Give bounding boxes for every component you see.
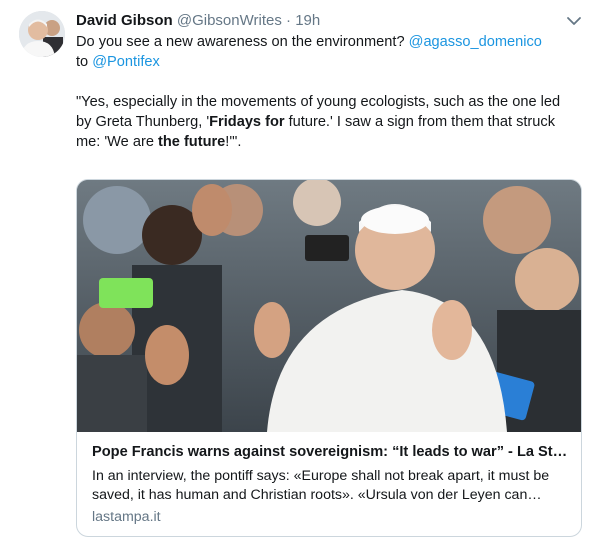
avatar-image [19, 11, 65, 57]
mention-link[interactable]: @agasso_domenico [409, 34, 542, 50]
card-description: In an interview, the pontiff says: «Euro… [92, 468, 550, 503]
tweet[interactable]: David Gibson @GibsonWrites · 19h Do you … [0, 0, 591, 541]
tweet-timestamp[interactable]: 19h [295, 12, 320, 29]
avatar[interactable] [19, 11, 65, 57]
card-title[interactable]: Pope Francis warns against sovereignism:… [92, 444, 570, 460]
author-name[interactable]: David Gibson [76, 12, 173, 29]
mention-link[interactable]: @Pontifex [92, 54, 160, 70]
quote-text: !'". [225, 134, 242, 150]
card-image[interactable] [77, 180, 581, 432]
tweet-header: David Gibson @GibsonWrites · 19h [76, 11, 320, 30]
card-body[interactable]: Pope Francis warns against sovereignism:… [77, 432, 581, 536]
card-domain: lastampa.it [92, 509, 161, 525]
author-handle[interactable]: @GibsonWrites [177, 12, 282, 29]
tweet-text: Do you see a new awareness on the enviro… [76, 32, 566, 152]
link-card[interactable]: Pope Francis warns against sovereignism:… [76, 179, 582, 537]
tweet-question: Do you see a new awareness on the enviro… [76, 32, 566, 72]
quote-bold-text: Fridays for [209, 114, 285, 130]
quote-bold-text: the future [158, 134, 226, 150]
question-text: Do you see a new awareness on the enviro… [76, 34, 409, 50]
header-separator: · [286, 12, 292, 29]
card-photo [77, 180, 581, 432]
reply-prefix: to [76, 54, 93, 70]
card-domain-text: lastampa.it [92, 509, 161, 525]
chevron-down-icon[interactable] [565, 14, 583, 28]
tweet-quote: "Yes, especially in the movements of you… [76, 92, 566, 152]
